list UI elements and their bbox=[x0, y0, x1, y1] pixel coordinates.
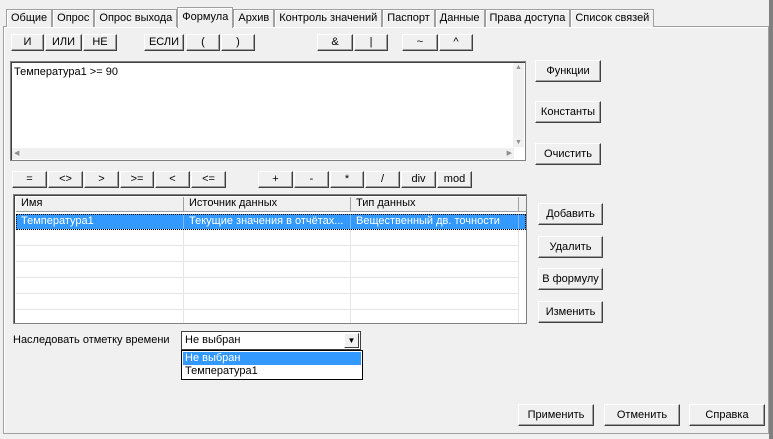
close-paren-button[interactable]: ) bbox=[221, 34, 255, 51]
table-row[interactable] bbox=[16, 262, 526, 278]
tab-bar: Общие Опрос Опрос выхода Формула Архив К… bbox=[6, 7, 655, 28]
cell-empty[interactable] bbox=[351, 230, 519, 246]
if-button[interactable]: ЕСЛИ bbox=[144, 34, 184, 51]
multiply-button[interactable]: * bbox=[330, 171, 364, 188]
cell-empty[interactable] bbox=[184, 310, 351, 323]
scroll-down-icon[interactable]: ▼ bbox=[515, 138, 522, 147]
column-header-source[interactable]: Источник данных bbox=[184, 197, 351, 212]
inherit-timestamp-label: Наследовать отметку времени bbox=[13, 334, 170, 346]
change-button[interactable]: Изменить bbox=[538, 301, 603, 323]
and-button[interactable]: И bbox=[11, 34, 44, 51]
cell-empty[interactable] bbox=[351, 294, 519, 310]
divide-button[interactable]: / bbox=[365, 171, 400, 188]
help-button[interactable]: Справка bbox=[689, 404, 765, 426]
column-header-type[interactable]: Тип данных bbox=[351, 197, 519, 212]
editor-horizontal-scrollbar[interactable]: ◀ ▶ bbox=[12, 148, 514, 159]
constants-button[interactable]: Константы bbox=[535, 101, 601, 123]
apply-button[interactable]: Применить bbox=[518, 404, 594, 426]
scroll-up-icon[interactable]: ▲ bbox=[515, 63, 522, 72]
tab-archive[interactable]: Архив bbox=[233, 9, 275, 27]
tab-formula[interactable]: Формула bbox=[177, 7, 234, 28]
bitor-button[interactable]: | bbox=[354, 34, 388, 51]
tab-access-rights[interactable]: Права доступа bbox=[484, 9, 571, 27]
table-row[interactable] bbox=[16, 246, 526, 262]
plus-button[interactable]: + bbox=[258, 171, 293, 188]
gt-button[interactable]: > bbox=[84, 171, 119, 188]
delete-button[interactable]: Удалить bbox=[538, 236, 603, 258]
table-row[interactable]: Температура1 Текущие значения в отчётах.… bbox=[16, 214, 526, 230]
cell-empty[interactable] bbox=[16, 294, 184, 310]
column-header-name[interactable]: Имя bbox=[16, 197, 184, 212]
lt-button[interactable]: < bbox=[155, 171, 190, 188]
cell-empty[interactable] bbox=[184, 278, 351, 294]
cell-empty[interactable] bbox=[16, 230, 184, 246]
formula-text[interactable]: Температура1 >= 90 bbox=[14, 66, 118, 78]
lte-button[interactable]: <= bbox=[191, 171, 226, 188]
column-header-filler bbox=[519, 197, 526, 212]
dropdown-option-temperature1[interactable]: Температура1 bbox=[183, 365, 361, 378]
table-row[interactable] bbox=[16, 278, 526, 294]
tab-data[interactable]: Данные bbox=[434, 9, 485, 27]
cell-empty[interactable] bbox=[16, 246, 184, 262]
tab-value-control[interactable]: Контроль значений bbox=[274, 9, 383, 27]
to-formula-button[interactable]: В формулу bbox=[538, 268, 603, 290]
cell-source[interactable]: Текущие значения в отчётах... bbox=[184, 214, 351, 230]
tilde-button[interactable]: ~ bbox=[402, 34, 438, 51]
cell-filler bbox=[519, 214, 526, 230]
inherit-timestamp-select[interactable]: Не выбран ▼ bbox=[181, 331, 361, 350]
cell-empty[interactable] bbox=[184, 262, 351, 278]
neq-button[interactable]: <> bbox=[48, 171, 83, 188]
cell-empty[interactable] bbox=[184, 246, 351, 262]
tab-passport[interactable]: Паспорт bbox=[382, 9, 435, 27]
clear-button[interactable]: Очистить bbox=[535, 143, 601, 165]
editor-vertical-scrollbar[interactable]: ▲ ▼ bbox=[513, 63, 524, 147]
cell-empty[interactable] bbox=[184, 294, 351, 310]
formula-editor[interactable]: Температура1 >= 90 ▲ ▼ ◀ ▶ bbox=[10, 61, 526, 161]
bitand-button[interactable]: & bbox=[317, 34, 353, 51]
scroll-left-icon[interactable]: ◀ bbox=[14, 149, 19, 158]
cancel-button[interactable]: Отменить bbox=[604, 404, 680, 426]
chevron-down-icon[interactable]: ▼ bbox=[344, 333, 359, 348]
tab-link-list[interactable]: Список связей bbox=[570, 9, 655, 27]
cell-empty[interactable] bbox=[16, 278, 184, 294]
or-button[interactable]: ИЛИ bbox=[45, 34, 82, 51]
cell-type[interactable]: Вещественный дв. точности bbox=[351, 214, 519, 230]
table-row[interactable] bbox=[16, 294, 526, 310]
cell-empty[interactable] bbox=[351, 262, 519, 278]
open-paren-button[interactable]: ( bbox=[186, 34, 220, 51]
eq-button[interactable]: = bbox=[12, 171, 47, 188]
functions-button[interactable]: Функции bbox=[535, 60, 601, 82]
minus-button[interactable]: - bbox=[294, 171, 329, 188]
mod-button[interactable]: mod bbox=[437, 171, 472, 188]
cell-empty[interactable] bbox=[351, 278, 519, 294]
not-button[interactable]: НЕ bbox=[83, 34, 117, 51]
scroll-right-icon[interactable]: ▶ bbox=[507, 149, 512, 158]
table-row[interactable] bbox=[16, 310, 526, 323]
tab-general[interactable]: Общие bbox=[6, 9, 53, 27]
cell-empty[interactable] bbox=[16, 262, 184, 278]
gte-button[interactable]: >= bbox=[120, 171, 154, 188]
inherit-timestamp-value[interactable]: Не выбран bbox=[185, 334, 240, 346]
table-row[interactable] bbox=[16, 230, 526, 246]
caret-button[interactable]: ^ bbox=[439, 34, 473, 51]
variables-table[interactable]: Имя Источник данных Тип данных Температу… bbox=[13, 194, 527, 324]
table-header: Имя Источник данных Тип данных bbox=[16, 197, 526, 212]
tab-output-poll[interactable]: Опрос выхода bbox=[94, 9, 178, 27]
tab-poll[interactable]: Опрос bbox=[52, 9, 95, 27]
add-button[interactable]: Добавить bbox=[538, 203, 603, 225]
cell-name[interactable]: Температура1 bbox=[16, 214, 184, 230]
cell-empty[interactable] bbox=[351, 310, 519, 323]
dropdown-option-none[interactable]: Не выбран bbox=[183, 352, 361, 365]
inherit-timestamp-dropdown: Не выбран Температура1 bbox=[181, 350, 363, 380]
cell-empty[interactable] bbox=[184, 230, 351, 246]
div-button[interactable]: div bbox=[401, 171, 436, 188]
cell-empty[interactable] bbox=[351, 246, 519, 262]
cell-empty[interactable] bbox=[16, 310, 184, 323]
window-edge bbox=[769, 0, 773, 439]
